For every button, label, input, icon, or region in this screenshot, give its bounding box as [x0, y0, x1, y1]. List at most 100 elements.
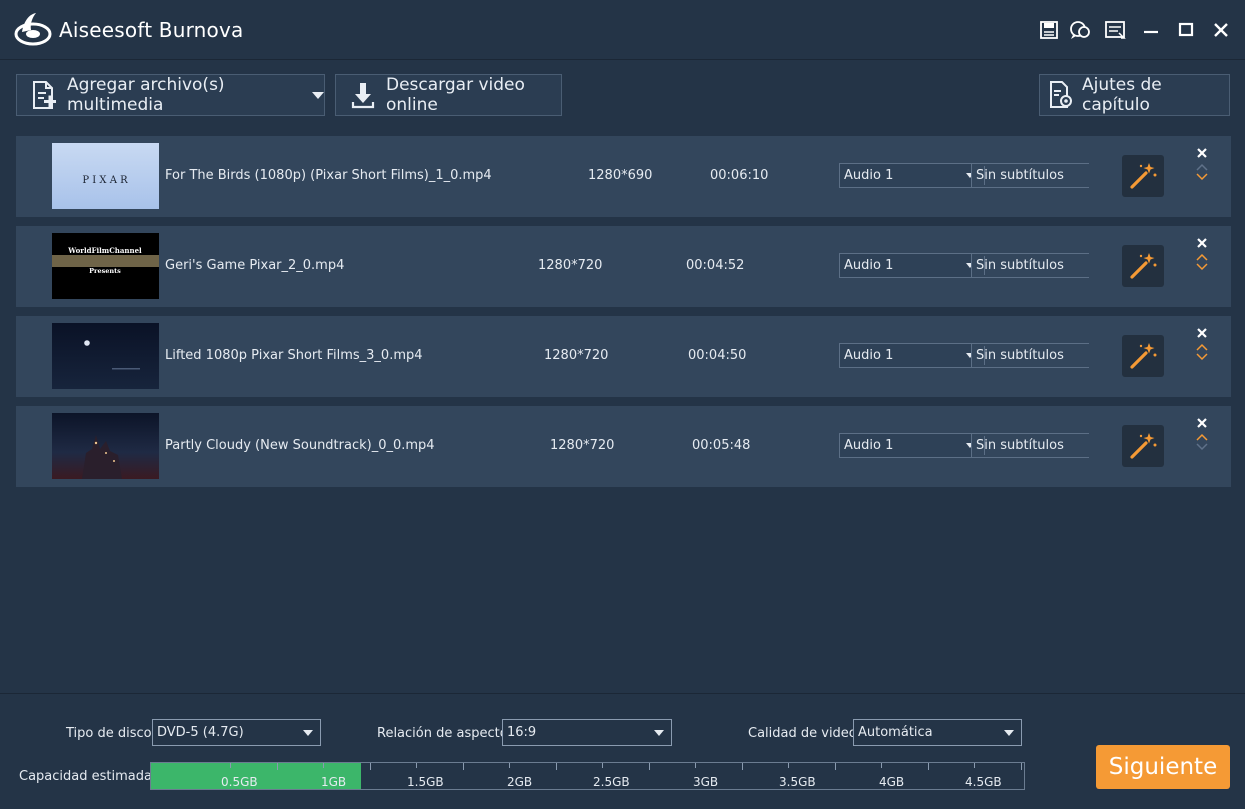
capacity-tick — [602, 763, 603, 768]
file-name: Geri's Game Pixar_2_0.mp4 — [165, 258, 345, 273]
thumb-subtext: Presents — [89, 267, 121, 275]
aspect-ratio-value: 16:9 — [507, 725, 537, 740]
move-up-icon[interactable] — [1196, 163, 1208, 171]
disc-type-label: Tipo de disco — [66, 726, 152, 741]
edit-effects-button[interactable] — [1122, 335, 1164, 377]
video-thumbnail — [52, 323, 159, 389]
audio-track-select[interactable]: Audio 1 — [839, 433, 974, 458]
audio-track-value: Audio 1 — [844, 438, 894, 453]
file-row[interactable]: WorldFilmChannel Presents Geri's Game Pi… — [16, 226, 1231, 307]
file-resolution: 1280*690 — [588, 168, 653, 183]
disc-type-select[interactable]: DVD-5 (4.7G) — [152, 719, 321, 746]
capacity-tick-label: 3GB — [693, 775, 719, 789]
move-down-icon[interactable] — [1196, 263, 1208, 271]
divider — [984, 256, 985, 275]
subtitle-value: Sin subtítulos — [976, 438, 1064, 453]
audio-track-select[interactable]: Audio 1 — [839, 253, 974, 278]
capacity-label: Capacidad estimada: — [19, 769, 157, 784]
download-online-button[interactable]: Descargar video online — [335, 74, 562, 116]
download-online-label: Descargar video online — [386, 75, 525, 115]
video-quality-select[interactable]: Automática — [853, 719, 1022, 746]
subtitle-select[interactable]: Sin subtítulos — [971, 253, 1089, 278]
remove-file-icon[interactable] — [1196, 237, 1208, 249]
subtitle-value: Sin subtítulos — [976, 168, 1064, 183]
subtitle-select[interactable]: Sin subtítulos — [971, 163, 1089, 188]
magic-wand-icon — [1130, 433, 1157, 459]
file-resolution: 1280*720 — [538, 258, 603, 273]
move-down-icon[interactable] — [1196, 443, 1208, 451]
capacity-tick — [695, 763, 696, 768]
minimize-icon[interactable] — [1140, 19, 1162, 41]
video-quality-label: Calidad de video: — [748, 726, 862, 741]
file-duration: 00:06:10 — [710, 168, 769, 183]
capacity-tick — [835, 763, 836, 770]
capacity-tick-label: 2GB — [507, 775, 533, 789]
capacity-tick-label: 0.5GB — [221, 775, 258, 789]
remove-file-icon[interactable] — [1196, 147, 1208, 159]
capacity-tick — [277, 763, 278, 770]
move-up-icon[interactable] — [1196, 343, 1208, 351]
video-quality-value: Automática — [858, 725, 933, 740]
file-name: For The Birds (1080p) (Pixar Short Films… — [165, 168, 492, 183]
edit-effects-button[interactable] — [1122, 425, 1164, 467]
remove-file-icon[interactable] — [1196, 417, 1208, 429]
capacity-tick-label: 4GB — [879, 775, 905, 789]
move-down-icon[interactable] — [1196, 353, 1208, 361]
app-title: Aiseesoft Burnova — [59, 18, 244, 42]
chevron-down-icon — [303, 730, 313, 736]
settings-panel — [0, 693, 1245, 809]
capacity-tick — [556, 763, 557, 770]
subtitle-value: Sin subtítulos — [976, 258, 1064, 273]
edit-effects-button[interactable] — [1122, 155, 1164, 197]
close-icon[interactable] — [1210, 19, 1232, 41]
audio-track-select[interactable]: Audio 1 — [839, 343, 974, 368]
aspect-ratio-label: Relación de aspecto: — [377, 726, 513, 741]
file-resolution: 1280*720 — [550, 438, 615, 453]
maximize-icon[interactable] — [1175, 19, 1197, 41]
remove-file-icon[interactable] — [1196, 327, 1208, 339]
capacity-bar: 0.5GB 1GB 1.5GB 2GB 2.5GB 3GB 3.5GB 4GB 4.5GB — [150, 762, 1025, 790]
video-thumbnail — [52, 413, 159, 479]
move-down-icon[interactable] — [1196, 173, 1208, 181]
thumb-text: P I X A R — [82, 175, 128, 186]
magic-wand-icon — [1130, 163, 1157, 189]
file-row[interactable]: Partly Cloudy (New Soundtrack)_0_0.mp4 1… — [16, 406, 1231, 487]
divider — [984, 166, 985, 185]
audio-track-select[interactable]: Audio 1 — [839, 163, 974, 188]
subtitle-select[interactable]: Sin subtítulos — [971, 343, 1089, 368]
file-duration: 00:04:50 — [688, 348, 747, 363]
capacity-tick — [928, 763, 929, 770]
subtitle-select[interactable]: Sin subtítulos — [971, 433, 1089, 458]
capacity-tick — [649, 763, 650, 770]
title-bar: Aiseesoft Burnova — [0, 0, 1245, 60]
video-thumbnail: WorldFilmChannel Presents — [52, 233, 159, 299]
move-up-icon[interactable] — [1196, 253, 1208, 261]
file-duration: 00:05:48 — [692, 438, 751, 453]
feedback-icon[interactable] — [1069, 19, 1091, 41]
capacity-tick — [881, 763, 882, 768]
edit-effects-button[interactable] — [1122, 245, 1164, 287]
capacity-tick — [509, 763, 510, 768]
app-logo-icon — [14, 10, 52, 48]
next-button[interactable]: Siguiente — [1096, 745, 1230, 789]
magic-wand-icon — [1130, 253, 1157, 279]
capacity-tick-label: 1.5GB — [407, 775, 444, 789]
chapter-settings-button[interactable]: Ajutes de capítulo — [1039, 74, 1230, 116]
file-row[interactable]: Lifted 1080p Pixar Short Films_3_0.mp4 1… — [16, 316, 1231, 397]
file-resolution: 1280*720 — [544, 348, 609, 363]
capacity-tick — [788, 763, 789, 768]
aspect-ratio-select[interactable]: 16:9 — [502, 719, 672, 746]
add-media-button[interactable]: Agregar archivo(s) multimedia — [16, 74, 325, 116]
file-row[interactable]: P I X A R For The Birds (1080p) (Pixar S… — [16, 136, 1231, 217]
disc-type-value: DVD-5 (4.7G) — [157, 725, 244, 740]
save-icon[interactable] — [1038, 19, 1060, 41]
menu-icon[interactable] — [1104, 19, 1126, 41]
audio-track-value: Audio 1 — [844, 168, 894, 183]
move-up-icon[interactable] — [1196, 433, 1208, 441]
divider — [984, 436, 985, 455]
thumb-text: WorldFilmChannel — [67, 246, 142, 255]
chapter-settings-label: Ajutes de capítulo — [1082, 75, 1162, 115]
audio-track-value: Audio 1 — [844, 258, 894, 273]
video-thumbnail: P I X A R — [52, 143, 159, 209]
capacity-tick-label: 4.5GB — [965, 775, 1002, 789]
